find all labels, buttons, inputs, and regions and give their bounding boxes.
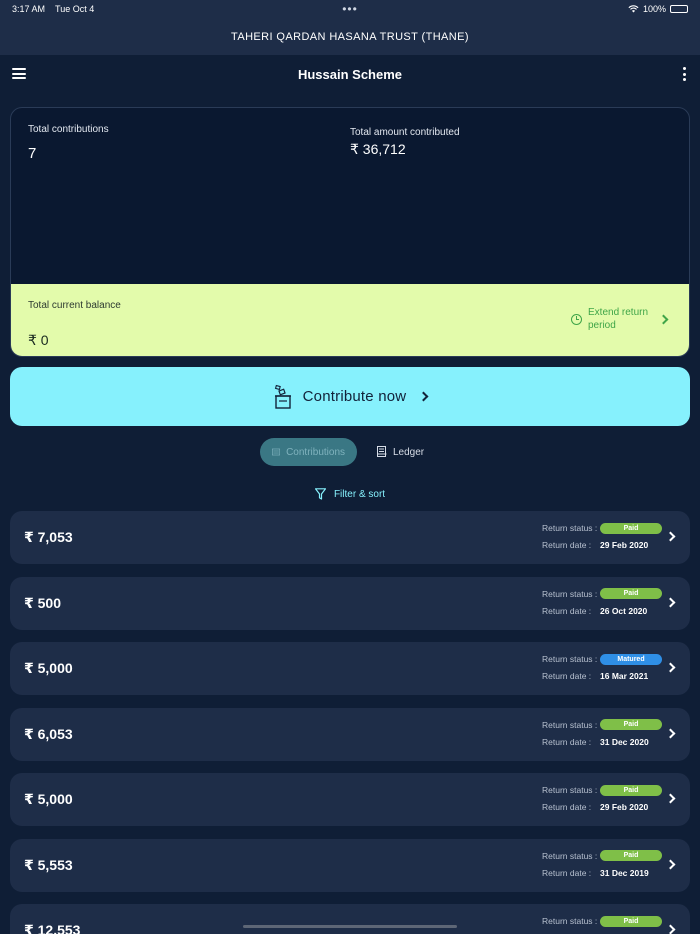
status-bar: 3:17 AM Tue Oct 4 ••• 100% — [0, 0, 700, 18]
return-date-label: Return date : — [542, 605, 592, 616]
contribution-meta: Return status : Matured Return date : 16 M… — [542, 653, 662, 687]
contribution-amount: ₹ 5,553 — [24, 856, 73, 873]
balance-panel: Total current balance ₹ 0 Extend return … — [11, 284, 689, 356]
org-header: TAHERI QARDAN HASANA TRUST (THANE) — [0, 18, 700, 55]
chevron-right-icon — [665, 793, 676, 804]
status-badge: Paid — [600, 915, 662, 927]
total-amount-label: Total amount contributed — [350, 127, 460, 138]
contribution-row[interactable]: ₹ 6,053 Return status : Paid Return date … — [10, 707, 690, 761]
return-date-value: 29 Feb 2020 — [600, 802, 649, 812]
contribution-amount: ₹ 500 — [24, 594, 61, 611]
return-date-value: 31 Dec 2020 — [600, 736, 649, 747]
contribution-meta: Return status : Paid Return date : 29 Feb … — [542, 522, 662, 556]
total-contributions-block: Total contributions 7 — [28, 124, 109, 162]
chevron-right-icon — [665, 728, 676, 738]
org-title: TAHERI QARDAN HASANA TRUST (THANE) — [231, 30, 469, 43]
status-time: 3:17 AM — [12, 4, 46, 14]
donation-box-icon — [274, 384, 291, 409]
extend-return-period-button[interactable]: Extend return period — [571, 306, 669, 332]
status-date: Tue Oct 4 — [55, 4, 95, 14]
menu-icon[interactable] — [12, 68, 26, 79]
chevron-right-icon — [665, 597, 676, 607]
return-status-label: Return status : — [542, 588, 598, 599]
tab-contributions-label: Contributions — [286, 446, 345, 458]
total-contributions-value: 7 — [28, 145, 37, 162]
multitasking-dots-icon[interactable]: ••• — [342, 2, 358, 16]
contribution-row[interactable]: ₹ 5,553 Return status : Paid Return date … — [10, 838, 690, 892]
ledger-icon — [377, 446, 387, 457]
contributions-list: ₹ 7,053 Return status : Paid Return date … — [10, 511, 690, 934]
total-amount-block: Total amount contributed ₹ 36,712 — [350, 127, 460, 158]
contribute-now-button[interactable]: Contribute now — [10, 367, 690, 426]
return-status-label: Return status : — [542, 654, 598, 664]
tab-ledger[interactable]: Ledger — [365, 438, 436, 466]
clock-icon — [571, 313, 582, 325]
chevron-right-icon — [665, 859, 676, 869]
contribution-row[interactable]: ₹ 7,053 Return status : Paid Return date … — [10, 511, 690, 564]
status-badge: Paid — [600, 719, 662, 730]
return-status-label: Return status : — [542, 719, 598, 730]
contribution-row[interactable]: ₹ 5,000 Return status : Paid Return date … — [10, 773, 690, 826]
return-date-value: 26 Oct 2020 — [600, 605, 648, 616]
contribution-row[interactable]: ₹ 500 Return status : Paid Return date : 2… — [10, 576, 690, 630]
status-badge: Matured — [600, 653, 662, 665]
return-date-label: Return date : — [542, 540, 592, 550]
nav-bar: Hussain Scheme — [0, 55, 700, 93]
return-status-label: Return status : — [542, 850, 598, 861]
return-date-value: 16 Mar 2021 — [600, 671, 649, 681]
contribution-amount: ₹ 5,000 — [24, 791, 73, 807]
status-badge: Paid — [600, 588, 662, 599]
view-tabs: Contributions Ledger — [260, 438, 436, 466]
return-date-label: Return date : — [542, 802, 592, 812]
battery-percent: 100% — [642, 4, 666, 14]
chevron-right-icon — [665, 924, 676, 934]
chevron-right-icon — [665, 531, 676, 542]
contribution-meta: Return status : Paid Return date : 26 Oct … — [542, 588, 662, 622]
status-badge: Paid — [600, 522, 662, 534]
extend-return-label: Extend return period — [588, 307, 649, 331]
balance-label: Total current balance — [28, 300, 121, 311]
contribution-amount: ₹ 12,553 — [24, 922, 81, 934]
contribution-row[interactable]: ₹ 12,553 Return status :Paid Return date… — [10, 904, 690, 934]
home-indicator[interactable] — [243, 925, 457, 928]
total-contributions-label: Total contributions — [28, 124, 109, 135]
return-date-value: 31 Dec 2019 — [600, 867, 649, 878]
contribution-meta: Return status : Paid Return date : 31 Dec … — [542, 850, 662, 884]
summary-card: Total contributions 7 Total amount contr… — [10, 107, 690, 357]
tab-ledger-label: Ledger — [393, 446, 425, 458]
return-date-label: Return date : — [542, 671, 592, 681]
page-title: Hussain Scheme — [297, 66, 403, 82]
contribution-meta: Return status :Paid Return date : — [542, 915, 662, 934]
filter-icon — [314, 488, 326, 500]
return-status-label: Return status : — [542, 916, 598, 926]
contribution-row[interactable]: ₹ 5,000 Return status : Matured Return da… — [10, 642, 690, 695]
return-status-label: Return status : — [542, 523, 598, 533]
list-card-icon — [272, 448, 281, 456]
tab-contributions[interactable]: Contributions — [260, 438, 357, 466]
contribution-meta: Return status : Paid Return date : 29 Feb … — [542, 784, 662, 818]
wifi-icon — [628, 5, 639, 13]
more-options-icon[interactable] — [682, 67, 686, 81]
contribution-amount: ₹ 7,053 — [24, 529, 73, 545]
filter-sort-label: Filter & sort — [333, 488, 386, 500]
chevron-right-icon — [665, 662, 676, 673]
battery-icon — [670, 5, 688, 13]
contribute-now-label: Contribute now — [302, 388, 407, 405]
return-date-value: 29 Feb 2020 — [600, 540, 649, 550]
contribution-amount: ₹ 5,000 — [24, 660, 73, 676]
filter-sort-button[interactable]: Filter & sort — [0, 488, 700, 500]
chevron-right-icon — [418, 391, 429, 402]
contribution-meta: Return status : Paid Return date : 31 Dec … — [542, 719, 662, 753]
return-date-label: Return date : — [542, 736, 592, 747]
balance-value: ₹ 0 — [28, 332, 49, 348]
total-amount-value: ₹ 36,712 — [350, 141, 406, 157]
chevron-right-icon — [658, 314, 669, 324]
status-badge: Paid — [600, 784, 662, 796]
return-date-label: Return date : — [542, 867, 592, 878]
return-status-label: Return status : — [542, 785, 598, 795]
contribution-amount: ₹ 6,053 — [24, 725, 73, 742]
status-badge: Paid — [600, 850, 662, 861]
